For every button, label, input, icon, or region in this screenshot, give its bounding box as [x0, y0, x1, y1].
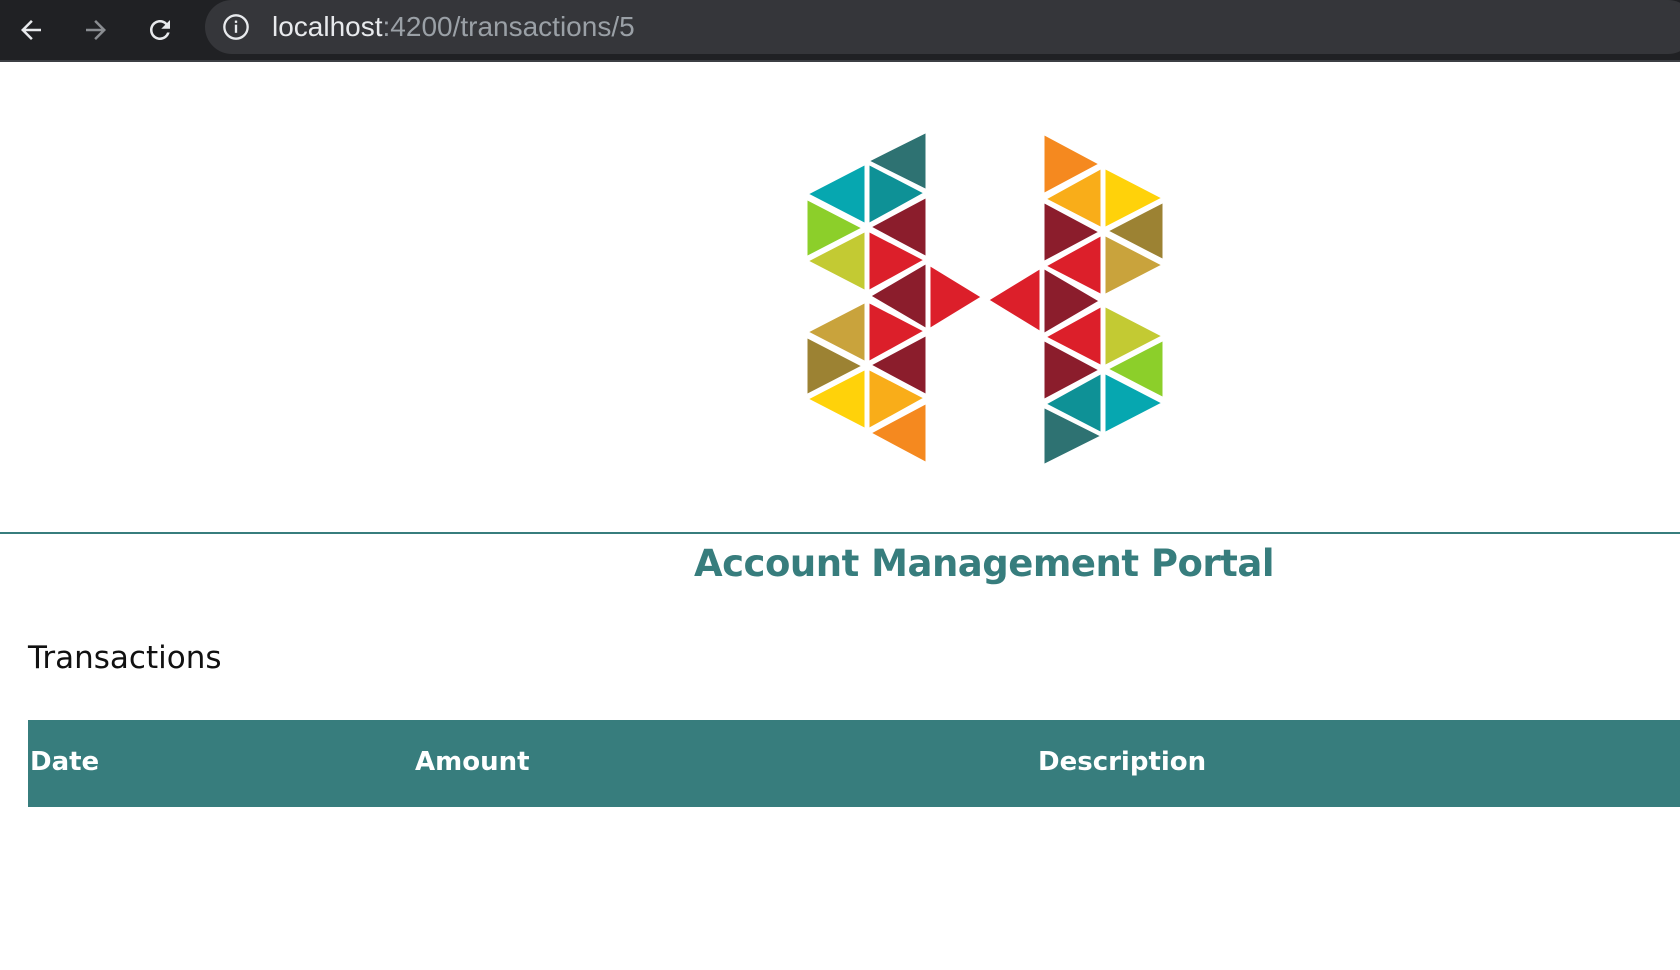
column-header-amount[interactable]: Amount	[415, 747, 530, 777]
url-host: localhost	[272, 11, 383, 42]
forward-arrow-icon	[86, 20, 106, 40]
h-triangles-logo-icon	[804, 129, 1166, 468]
reload-button[interactable]	[139, 9, 181, 51]
transactions-table-header: Date Amount Description	[28, 720, 1680, 807]
info-icon[interactable]	[222, 13, 250, 41]
browser-toolbar: localhost:4200/transactions/5	[0, 0, 1680, 62]
reload-icon	[150, 20, 170, 40]
section-title: Transactions	[28, 640, 222, 676]
forward-button[interactable]	[75, 9, 117, 51]
address-bar[interactable]: localhost:4200/transactions/5	[205, 0, 1680, 54]
url-path: :4200/transactions/5	[382, 11, 635, 42]
page-title: Account Management Portal	[693, 542, 1275, 585]
back-arrow-icon	[21, 20, 41, 40]
column-header-date[interactable]: Date	[30, 747, 99, 777]
header-divider	[0, 532, 1680, 534]
url-text[interactable]: localhost:4200/transactions/5	[272, 10, 635, 44]
column-header-description[interactable]: Description	[1038, 747, 1206, 777]
back-button[interactable]	[10, 9, 52, 51]
